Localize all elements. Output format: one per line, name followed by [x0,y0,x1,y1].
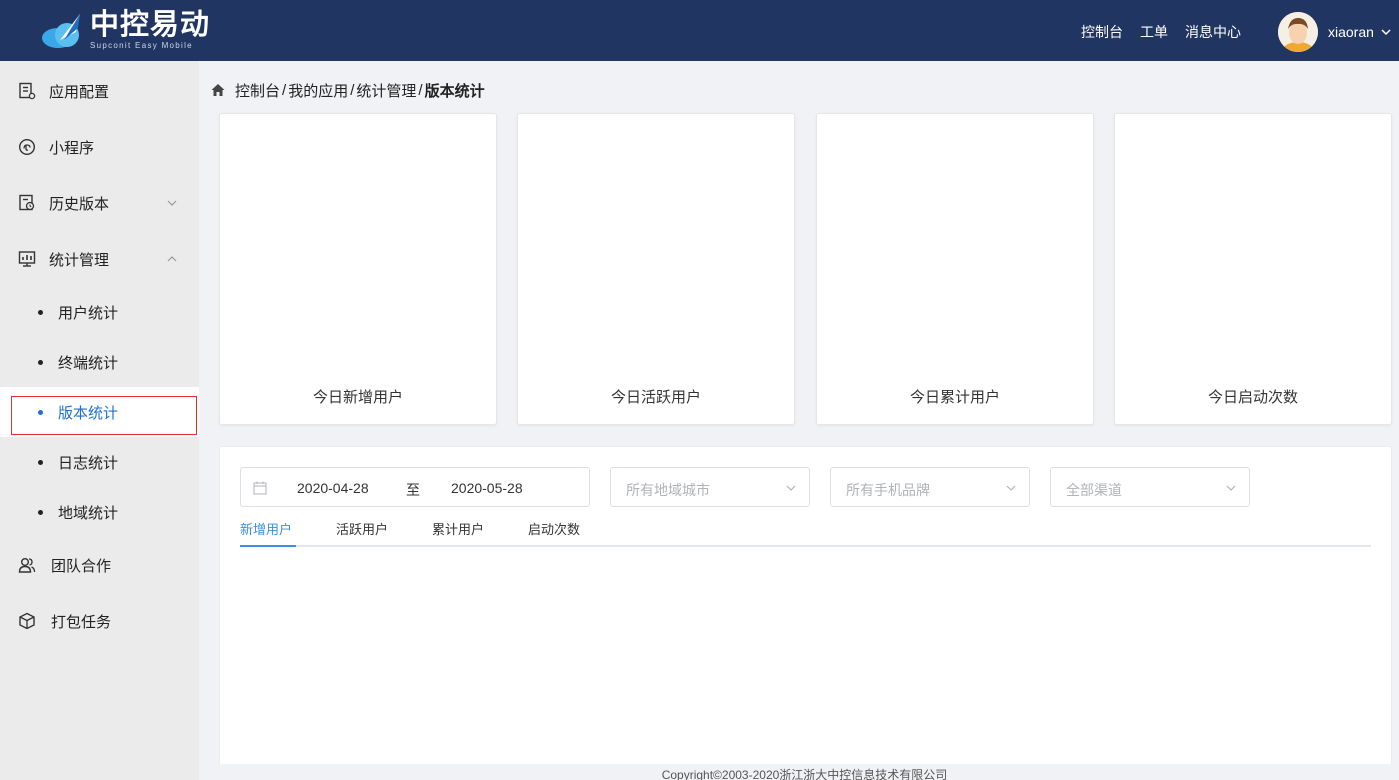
tab-total-users[interactable]: 累计用户 [432,519,484,547]
sidebar-subitem-log-stats[interactable]: 日志统计 [0,437,199,487]
brand-subtitle: Supconit Easy Mobile [90,40,193,50]
sidebar-subitem-label: 用户统计 [58,305,119,322]
sidebar-subitem-label: 终端统计 [58,355,119,372]
active-tab-indicator [240,545,296,547]
bullet [38,360,43,365]
home-icon[interactable] [210,82,226,98]
footer: Copyright©2003-2020浙江浙大中控信息技术有限公司 [210,764,1399,780]
sidebar-item-label: 团队合作 [51,557,112,575]
tab-new-users[interactable]: 新增用户 [240,519,292,547]
breadcrumb-separator: / [282,81,287,99]
metric-tabs: 新增用户 活跃用户 累计用户 启动次数 [240,517,1371,547]
copyright-text: Copyright©2003-2020浙江浙大中控信息技术有限公司 [661,768,948,780]
date-range-picker[interactable]: 2020-04-28 至 2020-05-28 [240,467,590,507]
sidebar-item-label: 打包任务 [51,613,112,631]
channel-select[interactable]: 全部渠道 [1050,467,1250,507]
region-select-placeholder: 所有地域城市 [626,482,710,498]
sidebar-item-team[interactable]: 团队合作 [0,537,199,593]
tab-launch-count[interactable]: 启动次数 [528,519,580,547]
end-date-input[interactable]: 2020-05-28 [451,480,523,496]
chevron-down-icon [1226,485,1236,491]
breadcrumb: 控制台 / 我的应用 / 统计管理 / 版本统计 [210,80,485,100]
stat-card-label: 今日活跃用户 [610,389,701,406]
nav-ticket[interactable]: 工单 [1140,22,1168,42]
sidebar-item-history[interactable]: 历史版本 [0,175,199,231]
chevron-down-icon [1381,29,1391,36]
calendar-icon [253,481,267,495]
statistics-icon [18,251,36,267]
date-range-separator: 至 [406,482,420,498]
sidebar: 应用配置 小程序 历史版本 统计管理 用户统计 终端统计 版本统计 日志统计 地… [0,61,199,780]
sidebar-subitem-user-stats[interactable]: 用户统计 [0,287,199,337]
sidebar-subitem-region-stats[interactable]: 地域统计 [0,487,199,537]
avatar [1278,12,1318,52]
mini-program-icon [18,138,36,156]
sidebar-item-app-config[interactable]: 应用配置 [0,63,199,119]
brand-select-placeholder: 所有手机品牌 [846,482,930,498]
sidebar-item-label: 历史版本 [49,195,110,213]
breadcrumb-my-apps[interactable]: 我的应用 [288,80,348,101]
brand-logo[interactable]: 中控易动 Supconit Easy Mobile [40,8,210,52]
bullet [38,510,43,515]
chevron-up-icon [167,256,177,262]
sidebar-item-mini-program[interactable]: 小程序 [0,119,199,175]
start-date-input[interactable]: 2020-04-28 [297,480,369,496]
chevron-down-icon [1006,485,1016,491]
breadcrumb-separator: / [350,81,355,99]
package-icon [19,612,35,630]
sidebar-item-label: 应用配置 [49,83,110,101]
sidebar-item-label: 小程序 [49,139,95,157]
breadcrumb-separator: / [418,81,423,99]
sidebar-subitem-label: 地域统计 [58,505,119,522]
channel-select-placeholder: 全部渠道 [1066,482,1122,498]
breadcrumb-console[interactable]: 控制台 [235,80,280,101]
logo-icon [40,10,88,50]
active-item-highlight [11,396,197,435]
stat-card-total-users: 今日累计用户 [816,113,1094,425]
username: xiaoran [1328,24,1374,40]
history-icon [19,194,35,211]
sidebar-item-statistics[interactable]: 统计管理 [0,231,199,287]
sidebar-subitem-terminal-stats[interactable]: 终端统计 [0,337,199,387]
chart-panel: 2020-04-28 至 2020-05-28 所有地域城市 所有手机品牌 全部… [219,446,1392,776]
nav-message-center[interactable]: 消息中心 [1185,22,1241,42]
stat-card-label: 今日累计用户 [909,389,1000,406]
stat-card-label: 今日新增用户 [312,389,403,406]
user-menu[interactable]: xiaoran [1278,12,1392,52]
stat-card-new-users: 今日新增用户 [219,113,497,425]
stat-card-active-users: 今日活跃用户 [517,113,795,425]
stat-card-label: 今日启动次数 [1207,389,1298,406]
breadcrumb-statistics[interactable]: 统计管理 [356,80,416,101]
app-config-icon [19,82,36,100]
region-select[interactable]: 所有地域城市 [610,467,810,507]
stat-card-launch-count: 今日启动次数 [1114,113,1392,425]
top-header: 中控易动 Supconit Easy Mobile 控制台 工单 消息中心 xi… [0,0,1399,61]
sidebar-item-package-task[interactable]: 打包任务 [0,593,199,649]
chevron-down-icon [786,485,796,491]
bullet [38,460,43,465]
team-icon [18,558,36,573]
brand-title: 中控易动 [90,8,211,41]
bullet [38,310,43,315]
phone-brand-select[interactable]: 所有手机品牌 [830,467,1030,507]
nav-console[interactable]: 控制台 [1081,22,1123,42]
sidebar-item-label: 统计管理 [49,251,110,269]
chevron-down-icon [167,200,177,206]
tab-active-users[interactable]: 活跃用户 [336,519,388,547]
sidebar-subitem-label: 日志统计 [58,455,119,472]
breadcrumb-current: 版本统计 [424,82,485,100]
